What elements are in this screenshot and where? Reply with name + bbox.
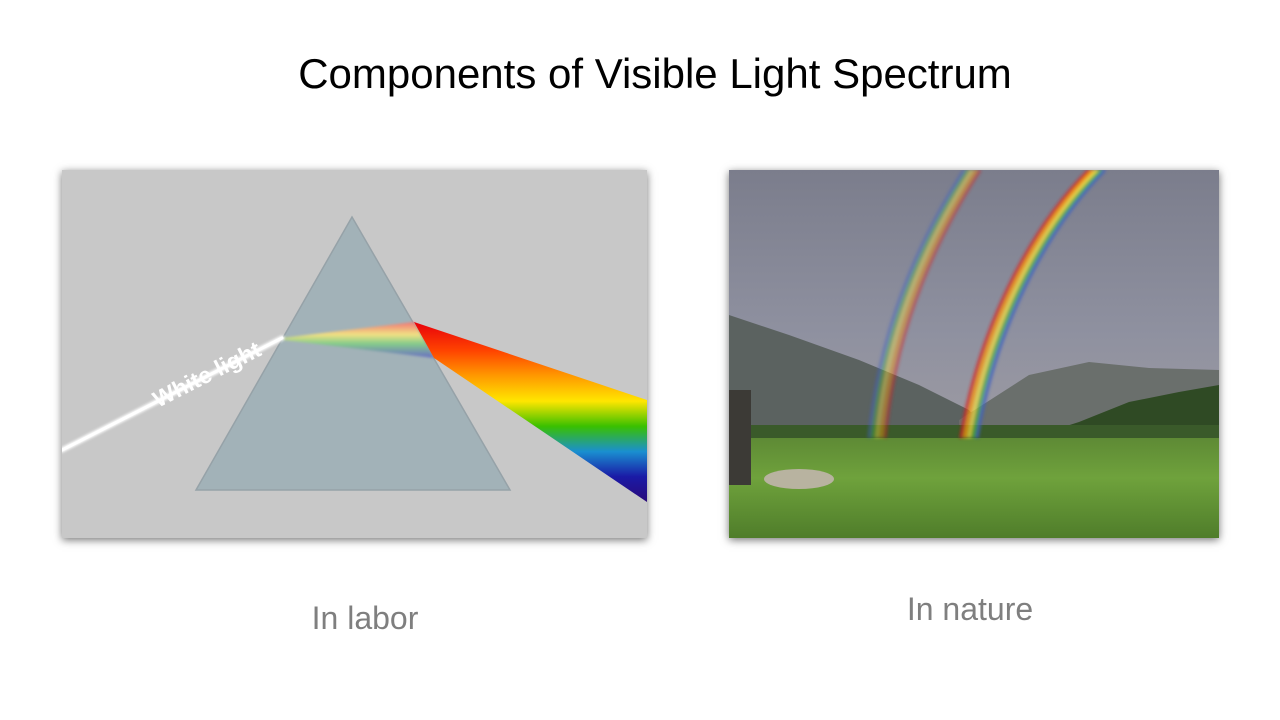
slide-title: Components of Visible Light Spectrum [298,50,1012,97]
slide: Components of Visible Light Spectrum Whi… [0,0,1280,720]
prism-illustration: White light [62,170,647,538]
caption-in-labor: In labor [311,600,419,636]
prism-svg: White light [62,170,647,538]
rainbow-photo [729,170,1219,538]
rainbow-svg [729,170,1219,538]
sand-trap [764,469,834,489]
caption-in-nature: In nature [906,591,1034,627]
building [729,390,751,485]
